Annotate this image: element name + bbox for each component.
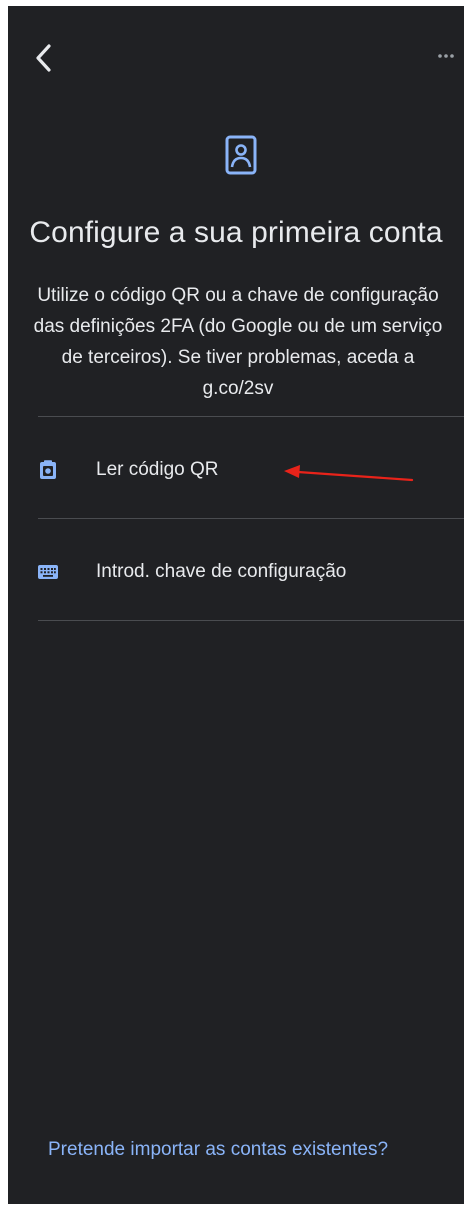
divider <box>38 416 464 417</box>
enter-setup-key-label: Introd. chave de configuração <box>96 561 347 582</box>
qr-camera-icon <box>40 460 56 479</box>
divider <box>38 518 464 519</box>
chevron-left-icon <box>36 44 51 72</box>
account-box-icon <box>225 135 257 175</box>
app-screen: Configure a sua primeira conta Utilize o… <box>8 6 464 1204</box>
more-horizontal-icon <box>438 54 454 58</box>
annotation-arrow-icon <box>284 465 414 482</box>
page-title: Configure a sua primeira conta <box>29 216 443 249</box>
divider <box>38 620 464 621</box>
scan-qr-label: Ler código QR <box>96 459 219 480</box>
page-description: Utilize o código QR ou a chave de config… <box>33 285 443 399</box>
back-button[interactable] <box>30 40 60 76</box>
import-accounts-link[interactable]: Pretende importar as contas existentes? <box>48 1139 388 1161</box>
enter-setup-key-option[interactable]: Introd. chave de configuração <box>8 520 464 620</box>
keyboard-icon <box>38 565 58 579</box>
more-options-button[interactable] <box>432 44 460 68</box>
